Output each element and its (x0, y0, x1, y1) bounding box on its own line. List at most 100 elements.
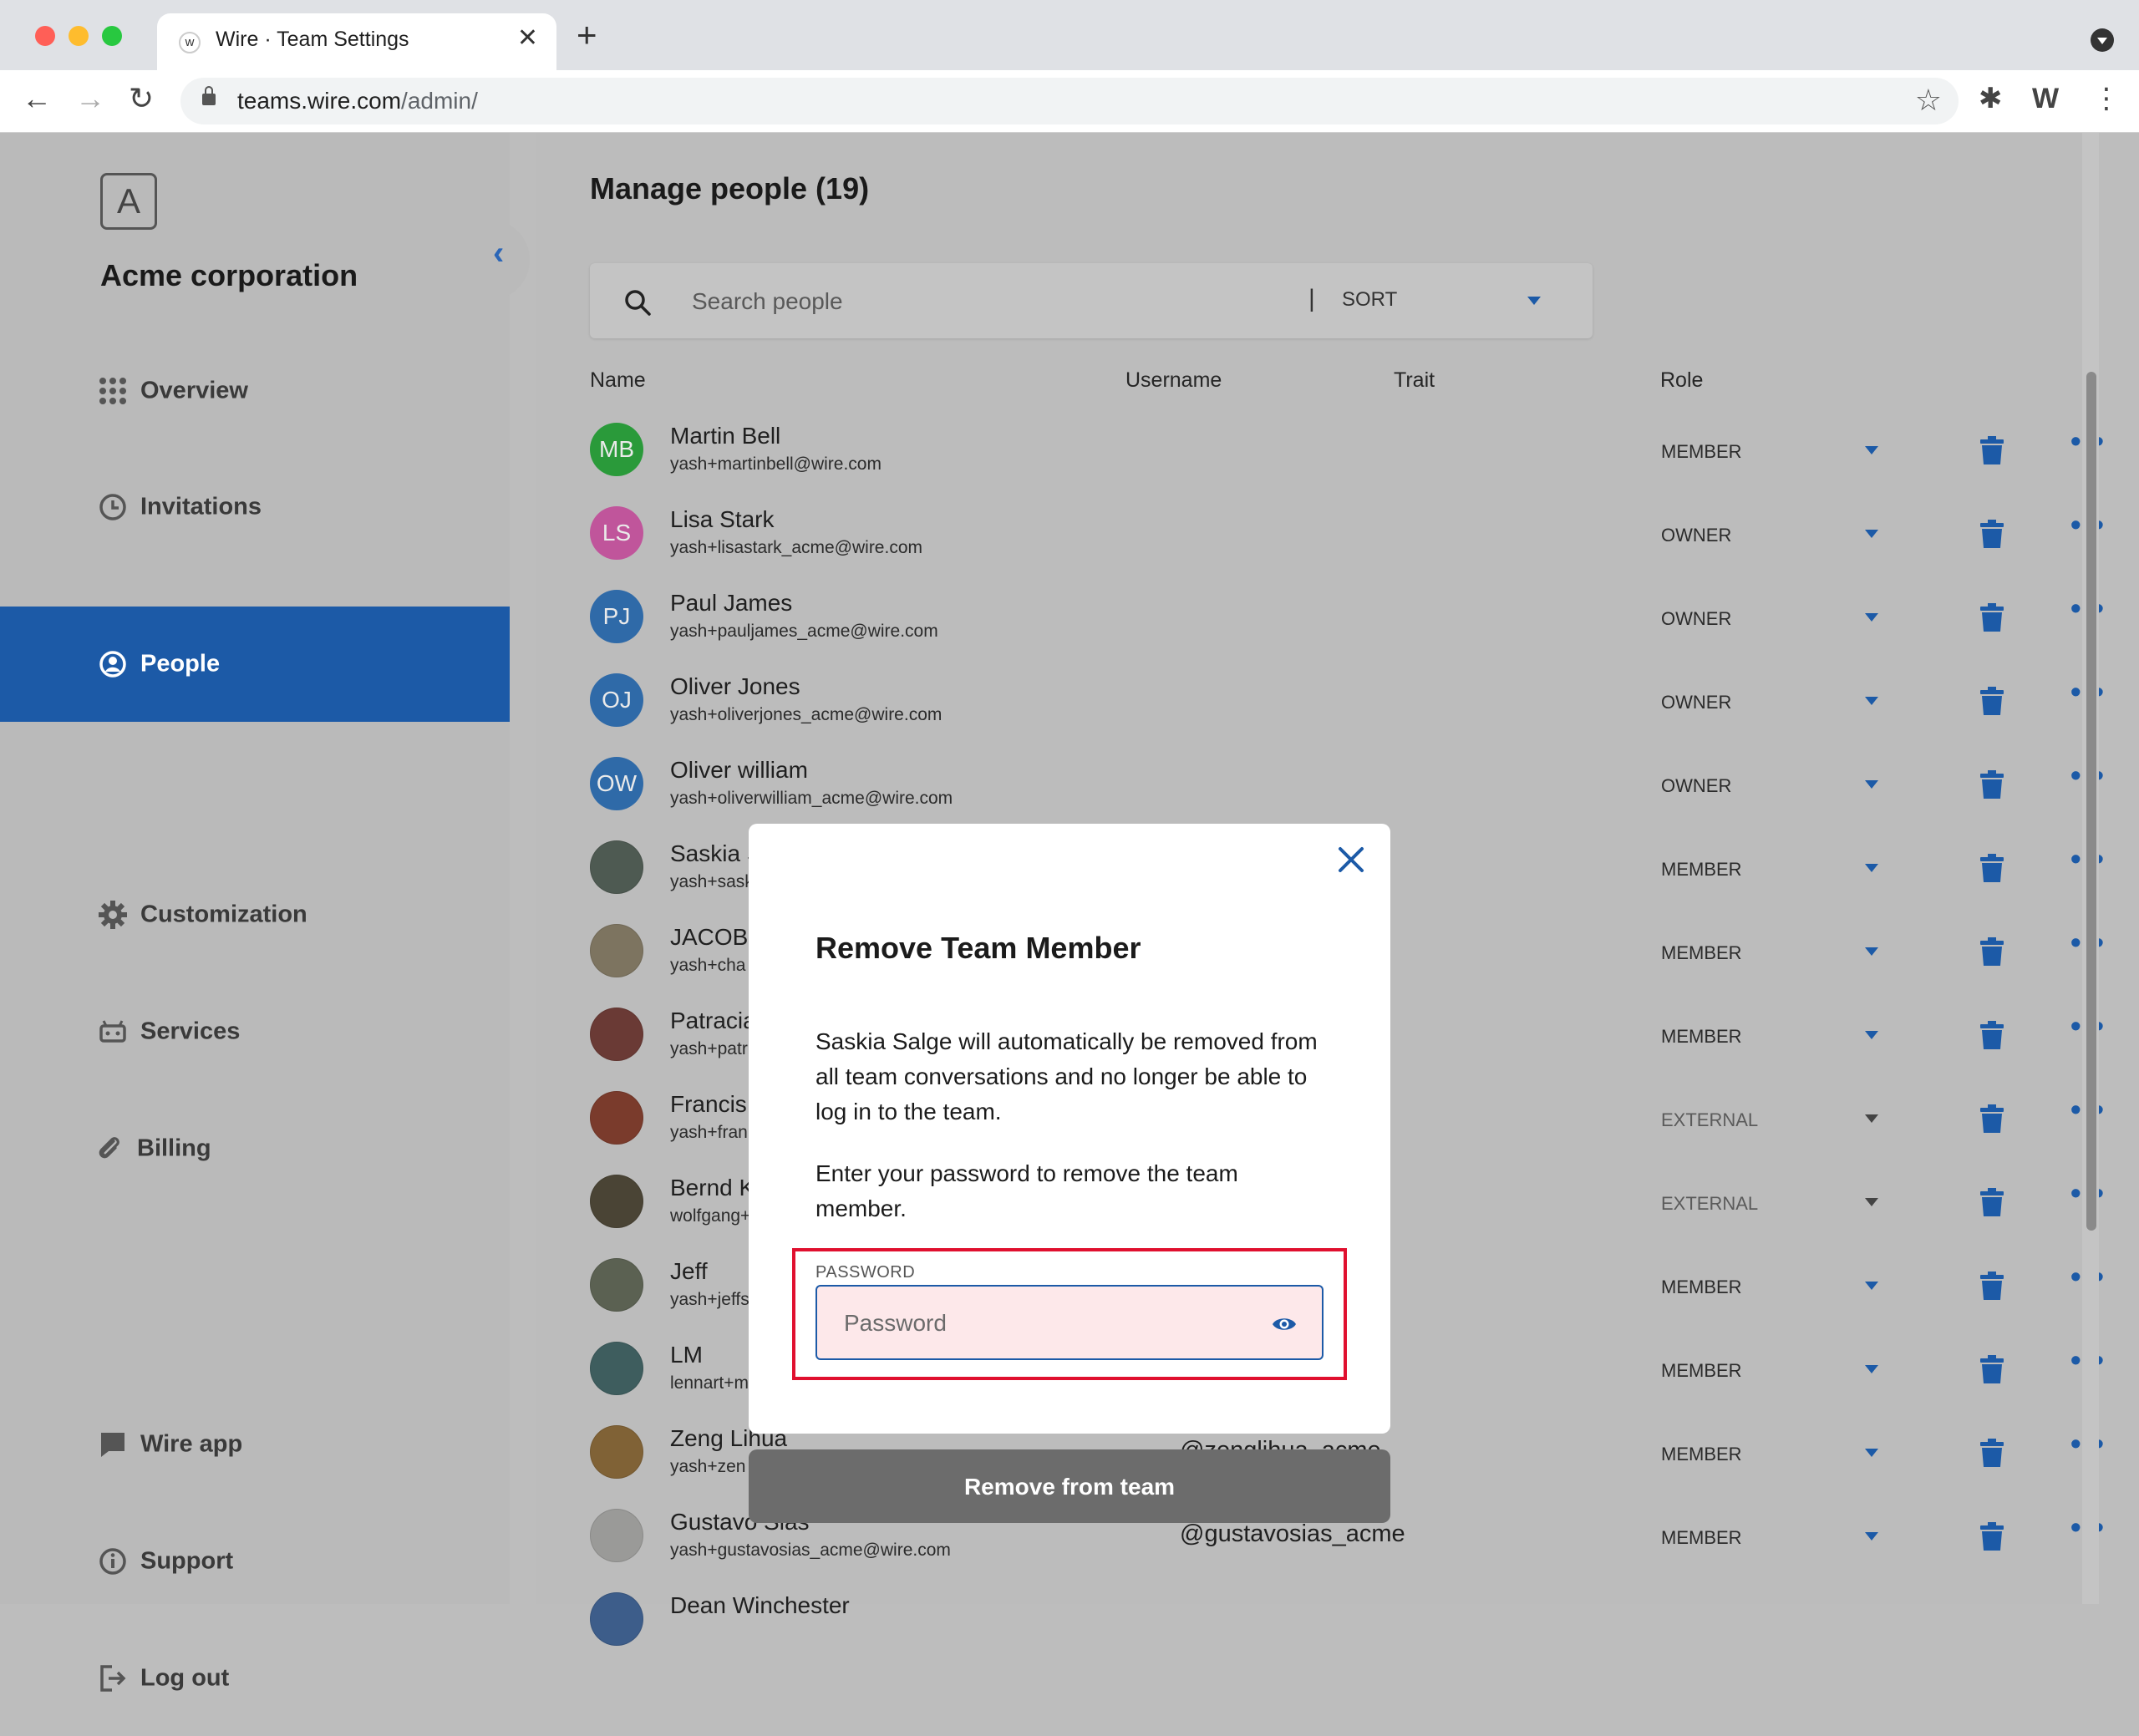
avatar: LS (590, 506, 643, 560)
column-header-name[interactable]: Name (590, 368, 646, 393)
sidebar-item-log-out[interactable]: Log out (0, 1621, 510, 1736)
trash-icon[interactable] (1980, 1188, 2004, 1216)
trash-icon[interactable] (1980, 1355, 2004, 1383)
member-email: yash+lisastark_acme@wire.com (670, 538, 922, 557)
robot-icon (99, 1020, 126, 1043)
column-header-trait[interactable]: Trait (1394, 368, 1435, 393)
chevron-down-icon[interactable] (1865, 1198, 1878, 1206)
trash-icon[interactable] (1980, 687, 2004, 715)
reload-icon[interactable]: ↻ (129, 82, 154, 115)
role-dropdown[interactable]: MEMBER (1661, 1444, 1742, 1465)
column-header-username[interactable]: Username (1125, 368, 1222, 393)
role-dropdown[interactable]: MEMBER (1661, 859, 1742, 881)
trash-icon[interactable] (1980, 937, 2004, 966)
search-input[interactable] (690, 283, 1011, 320)
chevron-down-icon[interactable] (1865, 1114, 1878, 1123)
chevron-down-icon[interactable] (1865, 947, 1878, 956)
chat-bubble-icon (101, 1433, 124, 1457)
wire-extension-icon[interactable]: W (2032, 82, 2059, 115)
chevron-down-icon[interactable] (1865, 697, 1878, 705)
trash-icon[interactable] (1980, 770, 2004, 799)
trash-icon[interactable] (1980, 854, 2004, 882)
chevron-down-icon[interactable] (1865, 1365, 1878, 1373)
scrollbar-thumb[interactable] (2086, 372, 2096, 1231)
role-dropdown[interactable]: OWNER (1661, 775, 1731, 797)
forward-arrow-icon[interactable]: → (75, 82, 105, 115)
address-bar[interactable]: teams.wire.com/admin/ ☆ (180, 78, 1959, 124)
bookmark-star-icon[interactable]: ☆ (1915, 83, 1942, 118)
remove-from-team-button[interactable]: Remove from team (749, 1449, 1390, 1523)
password-field[interactable] (815, 1285, 1324, 1360)
sidebar-item-customization[interactable]: Customization (0, 857, 510, 972)
window-close-button[interactable] (35, 26, 55, 46)
sidebar-item-wire-app[interactable]: Wire app (0, 1387, 510, 1502)
sidebar-item-billing[interactable]: Billing (0, 1091, 510, 1206)
chevron-down-icon[interactable] (1865, 613, 1878, 622)
role-dropdown[interactable]: MEMBER (1661, 942, 1742, 964)
scrollbar[interactable] (2082, 133, 2099, 1604)
browser-tab[interactable]: w Wire · Team Settings ✕ (157, 13, 556, 70)
table-row[interactable]: Dean Winchester (590, 1577, 2111, 1661)
role-dropdown[interactable]: MEMBER (1661, 1360, 1742, 1382)
sidebar-item-people[interactable]: People (0, 607, 510, 722)
window-zoom-button[interactable] (102, 26, 122, 46)
table-row[interactable]: MB Martin Bell yash+martinbell@wire.com MEM… (590, 408, 2111, 491)
trash-icon[interactable] (1980, 520, 2004, 548)
role-dropdown[interactable]: MEMBER (1661, 441, 1742, 463)
modal-title: Remove Team Member (815, 931, 1141, 965)
role-dropdown[interactable]: MEMBER (1661, 1277, 1742, 1298)
sort-dropdown[interactable]: SORT (1342, 288, 1397, 312)
back-arrow-icon[interactable]: ← (22, 82, 52, 115)
sidebar-item-overview[interactable]: Overview (0, 333, 510, 449)
column-header-role[interactable]: Role (1660, 368, 1703, 393)
role-dropdown[interactable]: OWNER (1661, 525, 1731, 546)
avatar: PJ (590, 590, 643, 643)
sidebar-item-invitations[interactable]: Invitations (0, 449, 510, 565)
chevron-down-icon[interactable] (1865, 530, 1878, 538)
member-name: JACOB (670, 924, 749, 950)
chevron-down-icon[interactable] (1865, 446, 1878, 454)
chevron-left-icon: ‹ (493, 235, 505, 272)
password-input[interactable] (842, 1305, 1230, 1342)
chevron-down-icon[interactable] (1865, 864, 1878, 872)
chevron-down-icon[interactable] (1527, 297, 1541, 305)
eye-icon[interactable] (1272, 1315, 1297, 1333)
role-dropdown[interactable]: MEMBER (1661, 1026, 1742, 1048)
sidebar-collapse-button[interactable]: ‹ (486, 220, 530, 300)
tab-search-icon[interactable] (2091, 28, 2114, 52)
trash-icon[interactable] (1980, 436, 2004, 464)
trash-icon[interactable] (1980, 1522, 2004, 1551)
role-dropdown[interactable]: OWNER (1661, 692, 1731, 713)
sidebar-item-services[interactable]: Services (0, 974, 510, 1089)
chevron-down-icon[interactable] (1865, 1031, 1878, 1039)
table-row[interactable]: OJ Oliver Jones yash+oliverjones_acme@wire… (590, 658, 2111, 742)
paperclip-icon (99, 1137, 119, 1159)
role-dropdown[interactable]: OWNER (1661, 608, 1731, 630)
window-minimize-button[interactable] (69, 26, 89, 46)
sidebar-item-label: Log out (140, 1664, 230, 1692)
table-row[interactable]: OW Oliver william yash+oliverwilliam_acme@… (590, 742, 2111, 825)
extensions-puzzle-icon[interactable]: ✱ (1979, 82, 2003, 115)
chevron-down-icon[interactable] (1865, 780, 1878, 789)
role-dropdown[interactable]: EXTERNAL (1661, 1193, 1758, 1215)
trash-icon[interactable] (1980, 603, 2004, 632)
close-icon[interactable] (1335, 844, 1367, 876)
table-row[interactable]: LS Lisa Stark yash+lisastark_acme@wire.com… (590, 491, 2111, 575)
chevron-down-icon[interactable] (1865, 1449, 1878, 1457)
chevron-down-icon[interactable] (1865, 1282, 1878, 1290)
trash-icon[interactable] (1980, 1021, 2004, 1049)
role-dropdown[interactable]: MEMBER (1661, 1527, 1742, 1549)
trash-icon[interactable] (1980, 1272, 2004, 1300)
new-tab-icon[interactable]: + (577, 18, 597, 53)
trash-icon[interactable] (1980, 1439, 2004, 1467)
browser-menu-icon[interactable]: ⋮ (2092, 82, 2121, 115)
sidebar-item-label: Support (140, 1547, 234, 1575)
role-dropdown[interactable]: EXTERNAL (1661, 1109, 1758, 1131)
table-row[interactable]: PJ Paul James yash+pauljames_acme@wire.com… (590, 575, 2111, 658)
sidebar-item-support[interactable]: Support (0, 1504, 510, 1619)
chevron-down-icon[interactable] (1865, 1532, 1878, 1541)
member-email: yash+cha (670, 956, 746, 975)
tab-close-icon[interactable]: ✕ (517, 23, 538, 53)
avatar: MB (590, 423, 643, 476)
trash-icon[interactable] (1980, 1104, 2004, 1133)
